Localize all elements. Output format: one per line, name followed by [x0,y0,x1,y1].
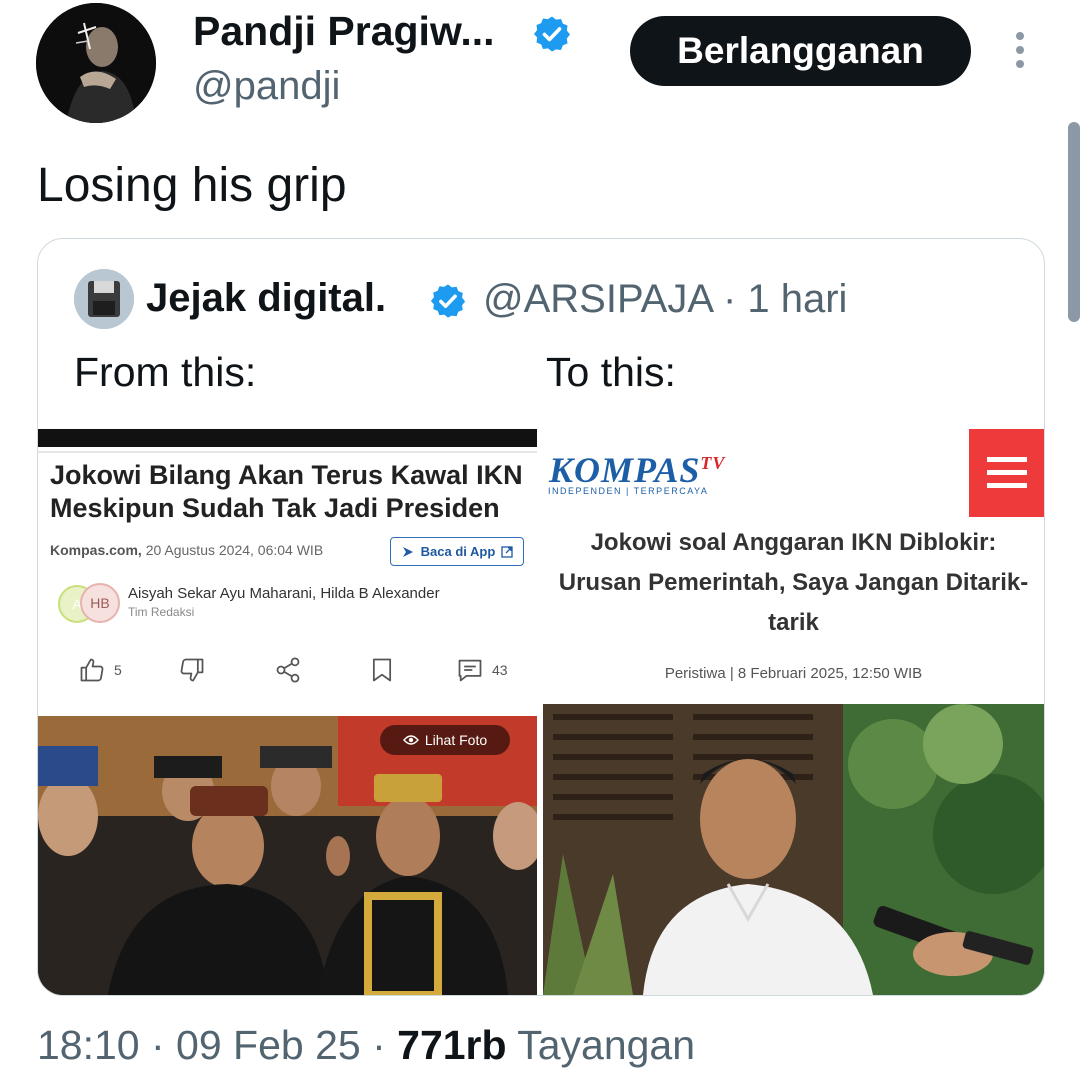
article-source: Kompas.com, [50,542,142,558]
read-in-app-button[interactable]: Baca di App [390,537,524,566]
kompas-logo-text: KOMPAS [549,450,701,490]
like-action[interactable]: 5 [78,655,122,685]
right-article-image[interactable]: KOMPASTV INDEPENDEN | TERPERCAYA Jokowi … [543,429,1044,995]
external-link-icon [501,545,513,558]
quote-author-handle[interactable]: @ARSIPAJA [483,277,712,321]
like-count: 5 [114,662,122,678]
view-photo-button[interactable]: Lihat Foto [380,725,510,755]
right-article-headline: Jokowi soal Anggaran IKN Diblokir: Urusa… [558,529,1029,636]
more-options-icon[interactable] [1010,30,1030,72]
author-avatar-hb: HB [80,583,120,623]
verified-badge-icon [534,16,570,52]
article-date: 20 Agustus 2024, 06:04 WIB [145,542,324,558]
quote-text-left: From this: [74,349,257,395]
verified-badge-icon [430,284,466,318]
comment-icon [458,659,482,682]
hamburger-menu-button[interactable] [969,429,1044,517]
quote-author-name[interactable]: Jejak digital. [146,276,386,321]
left-article-photo[interactable] [38,716,537,995]
quote-author-avatar [74,269,134,329]
tweet-text: Losing his grip [37,159,347,212]
bookmark-action[interactable] [368,655,396,685]
kompas-tv-logo: KOMPASTV [549,449,725,491]
views-label: Tayangan [517,1022,696,1068]
share-action[interactable] [274,655,302,685]
left-article-image[interactable]: Jokowi Bilang Akan Terus Kawal IKN Meski… [38,429,537,995]
bookmark-icon [372,658,392,682]
views-count: 771rb [397,1022,507,1068]
share-icon [276,657,300,683]
right-article-meta: Peristiwa | 8 Februari 2025, 12:50 WIB [664,665,923,682]
tweet-timestamp[interactable]: 18:10 · 09 Feb 25 · [37,1022,386,1068]
left-article-headline: Jokowi Bilang Akan Terus Kawal IKN Meski… [50,460,523,523]
comment-count: 43 [492,662,508,678]
quote-author-handle-time[interactable]: @ARSIPAJA · 1 hari [483,277,847,322]
scrollbar[interactable] [1068,122,1080,322]
eye-icon [402,735,419,745]
author-avatar[interactable] [36,3,156,123]
quote-time: · 1 hari [722,277,848,321]
article-team: Tim Redaksi [128,605,195,619]
tweet-meta-footer: 18:10 · 09 Feb 25 · 771rb Tayangan [37,1022,695,1069]
left-article-meta: Kompas.com, 20 Agustus 2024, 06:04 WIB [50,542,323,558]
author-name[interactable]: Pandji Pragiw... [193,8,495,55]
kompas-tagline: INDEPENDEN | TERPERCAYA [548,486,709,496]
divider [38,451,537,453]
right-article-photo[interactable] [543,704,1044,995]
thumbs-up-icon [80,658,104,682]
view-photo-label: Lihat Foto [424,732,488,748]
subscribe-button[interactable]: Berlangganan [630,16,971,86]
comment-action[interactable]: 43 [456,655,508,685]
app-logo-icon [402,546,413,557]
quoted-tweet-card[interactable]: Jejak digital. @ARSIPAJA · 1 hari From t… [37,238,1045,996]
read-in-app-label: Baca di App [420,544,496,559]
article-authors: Aisyah Sekar Ayu Maharani, Hilda B Alexa… [128,585,440,602]
author-handle[interactable]: @pandji [193,64,340,109]
thumbs-down-icon [180,658,204,682]
dislike-action[interactable] [178,655,206,685]
article-top-bar [38,429,537,447]
kompas-logo-suffix: TV [700,453,726,473]
quote-text-right: To this: [546,349,676,395]
hamburger-icon [986,457,1027,488]
